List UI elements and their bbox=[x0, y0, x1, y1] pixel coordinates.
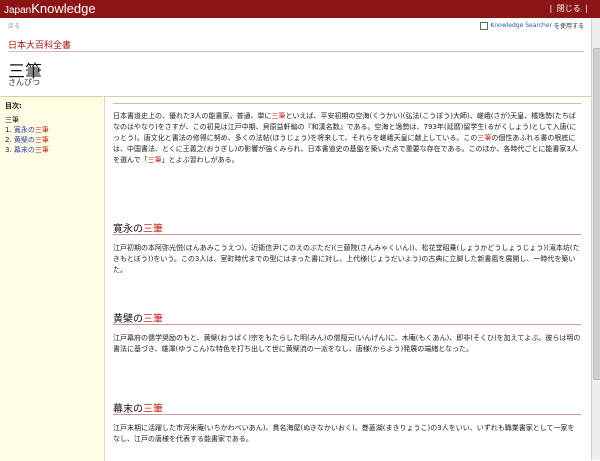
toc-item-bakumatsu[interactable]: 3. 幕末の三筆 bbox=[5, 145, 49, 155]
knowledge-searcher-checkbox[interactable] bbox=[480, 21, 489, 30]
back-link[interactable]: 戻る bbox=[8, 21, 20, 30]
knowledge-searcher-link[interactable]: Knowledge Searcher bbox=[490, 22, 552, 29]
content-top-divider bbox=[113, 103, 581, 104]
toc-heading: 目次: bbox=[5, 102, 22, 110]
section-divider-bakumatsu bbox=[113, 414, 581, 415]
article-header: 戻る Knowledge Searcher を使用する 日本大百科全書 三筆 さ… bbox=[0, 18, 592, 94]
section-heading-obaku: 黄檗の三筆 bbox=[113, 314, 163, 325]
section-heading-kanei: 寛永の三筆 bbox=[113, 224, 163, 235]
article-content: 日本書道史上の、優れた3人の能書家。普通、単に三筆といえば、平安初期の空海(くう… bbox=[104, 96, 593, 461]
section-divider-obaku bbox=[113, 324, 581, 325]
japanknowledge-logo: JapanKnowledge bbox=[4, 1, 96, 16]
encyclopedia-name: 日本大百科全書 bbox=[8, 41, 72, 51]
close-area: | 閉じる | bbox=[549, 4, 589, 13]
knowledge-searcher-option: Knowledge Searcher を使用する bbox=[480, 21, 584, 30]
page-scrollbar[interactable] bbox=[591, 18, 600, 460]
toc-item-kanei[interactable]: 1. 寛永の三筆 bbox=[5, 125, 49, 135]
close-link[interactable]: 閉じる bbox=[557, 4, 581, 13]
intro-paragraph: 日本書道史上の、優れた3人の能書家。普通、単に三筆といえば、平安初期の空海(くう… bbox=[113, 112, 578, 164]
knowledge-searcher-suffix: を使用する bbox=[553, 23, 584, 30]
toc-item-obaku[interactable]: 2. 黄檗の三筆 bbox=[5, 135, 49, 145]
header-divider bbox=[8, 51, 584, 52]
section-heading-bakumatsu: 幕末の三筆 bbox=[113, 404, 163, 415]
section-divider-kanei bbox=[113, 234, 581, 235]
toc-list: 三筆 1. 寛永の三筆 2. 黄檗の三筆 3. 幕末の三筆 bbox=[5, 115, 49, 155]
scroll-thumb[interactable] bbox=[593, 48, 600, 380]
top-bar: JapanKnowledge | 閉じる | bbox=[0, 0, 600, 18]
title-reading: さんぴつ bbox=[8, 78, 40, 87]
toc-root: 三筆 bbox=[5, 116, 19, 124]
section-body-obaku: 江戸幕府の儒学奨励のもと、黄檗(おうばく)宗をもたらした明(みん)の僧隠元(いん… bbox=[113, 334, 581, 353]
toc-sidebar: 目次: 三筆 1. 寛永の三筆 2. 黄檗の三筆 3. 幕末の三筆 bbox=[0, 96, 103, 461]
section-body-bakumatsu: 江戸末期に活躍した市河米庵(いちかわべいあん)、貫名海屋(ぬきなかいおく)、巻菱… bbox=[113, 424, 575, 443]
section-body-kanei: 江戸初期の本阿弥光悦(ほんあみこうえつ)、近衛信尹(このえのぶただ)(三藐院(さ… bbox=[113, 244, 580, 274]
